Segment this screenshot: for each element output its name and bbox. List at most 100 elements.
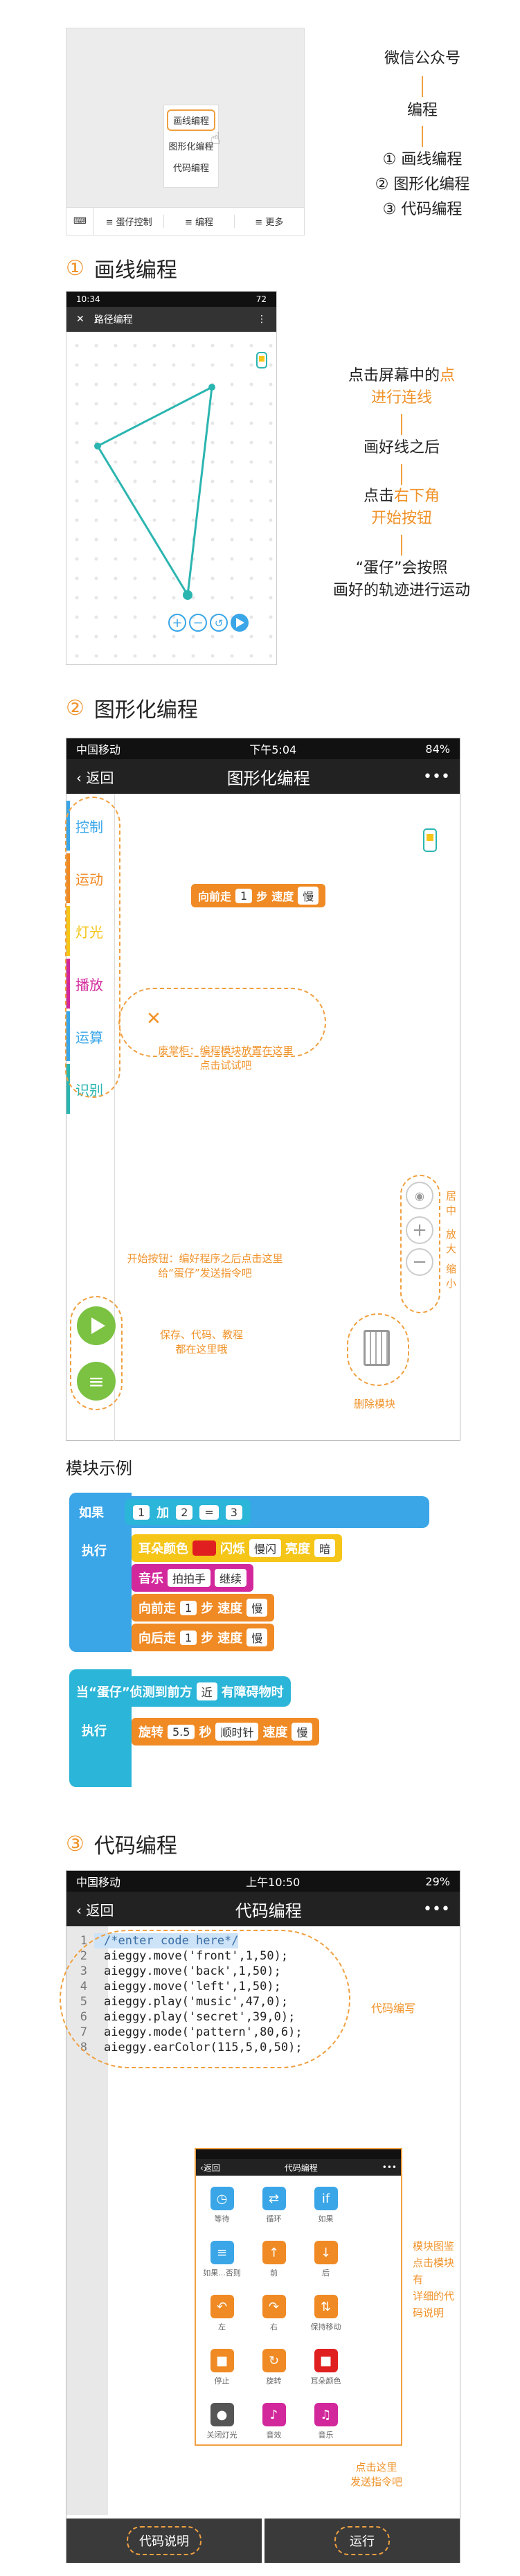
grid-dot [269, 615, 273, 619]
tile-icon: if [314, 2187, 338, 2210]
mini-tile-grid: ◷ 等待 ⇄ 循环 if 如果 ≡ 如果...否则 ↑ 前 ↓ 后 ↶ 左 ↷ 右 ⇅ 保持移动 ■ 停止 ↻ 旋转 ■ 耳朵… [196, 2176, 401, 2447]
more-icon[interactable]: ⋮ [257, 314, 267, 325]
mini-tile[interactable]: ■ 停止 [196, 2340, 248, 2395]
grid-dot [191, 634, 195, 639]
nav-bar: ‹ 返回 代码编程 ••• [66, 1892, 460, 1926]
mini-tile[interactable]: ↑ 前 [248, 2232, 300, 2286]
grid-dot [249, 615, 253, 619]
code-explain-button[interactable]: 代码说明 [66, 2519, 262, 2563]
grid-dot [249, 363, 253, 367]
mini-tile[interactable]: ↻ 旋转 [248, 2340, 300, 2395]
event-row[interactable]: 当“蛋仔”侦测到前方 近 有障碍物时 [69, 1676, 291, 1707]
mini-tile[interactable]: ♪ 音效 [248, 2395, 300, 2447]
examples-title: 模块示例 [66, 1459, 132, 1478]
connector-line [422, 126, 423, 147]
grid-dot [249, 382, 253, 387]
note-line-6: “蛋仔”会按照 [355, 560, 448, 577]
grid-dot [75, 576, 79, 580]
mini-tile[interactable]: ↷ 右 [248, 2286, 300, 2340]
back-button[interactable]: ‹ 返回 [76, 1899, 114, 1919]
grid-dot [75, 382, 79, 387]
grid-dot [210, 596, 215, 600]
grid-dot [114, 615, 118, 619]
forward-block[interactable]: 向前走 1 步 速度 慢 [132, 1594, 275, 1622]
nav-title: 代码编程 [235, 1901, 302, 1921]
mini-tile[interactable]: ● 关闭灯光 [196, 2395, 248, 2447]
svg-text:↺: ↺ [215, 617, 224, 630]
more-button[interactable]: ••• [423, 768, 450, 785]
grid-dot [94, 615, 98, 619]
keyboard-icon[interactable]: ⌨ [66, 208, 94, 235]
close-icon[interactable]: ✕ [76, 314, 84, 325]
grid-dot [191, 344, 195, 348]
more-button[interactable]: ••• [423, 1901, 450, 1918]
grid-dot [152, 441, 156, 445]
ear-color-block[interactable]: 耳朵颜色 闪烁 慢闪 亮度 暗 [132, 1534, 343, 1562]
grid-dot [114, 441, 118, 445]
mini-tile[interactable]: ♫ 音乐 [300, 2395, 352, 2447]
grid-dot [152, 479, 156, 483]
mini-tile[interactable]: ◷ 等待 [196, 2178, 248, 2232]
mini-tile[interactable]: if 如果 [300, 2178, 352, 2232]
mini-tile[interactable]: ⇄ 循环 [248, 2178, 300, 2232]
grid-dot [172, 499, 176, 503]
grid-dot [114, 402, 118, 406]
music-block[interactable]: 音乐 拍拍手 继续 [132, 1564, 254, 1592]
grid-dot [210, 479, 215, 483]
run-button[interactable]: 运行 [265, 2519, 460, 2563]
grid-dot [133, 382, 137, 387]
nav-title: 图形化编程 [226, 768, 310, 788]
grid-dot [75, 499, 79, 503]
status-bar: 中国移动 下午5:04 84% [66, 738, 460, 759]
mini-tile[interactable]: ↶ 左 [196, 2286, 248, 2340]
zoom-out-label: 缩小 [446, 1263, 457, 1290]
grid-dot [230, 363, 234, 367]
option-code: ③ 代码编程 [382, 201, 463, 218]
mini-back-button[interactable]: ‹返回 [200, 2162, 220, 2174]
grid-dot [172, 596, 176, 600]
rotate-block[interactable]: 旋转 5.5 秒 顺时针 速度 慢 [132, 1718, 320, 1746]
grid-dot [230, 596, 234, 600]
trash-highlight [347, 1313, 409, 1386]
if-condition-row[interactable]: 如果 1 加 2 = 3 [69, 1496, 429, 1528]
mini-tile[interactable]: ≡ 如果...否则 [196, 2232, 248, 2286]
back-block[interactable]: 向后走 1 步 速度 慢 [132, 1624, 275, 1651]
grid-dot [191, 654, 195, 658]
grid-dot [152, 518, 156, 522]
tile-icon: ♪ [262, 2403, 286, 2426]
mini-tile[interactable]: ↓ 后 [300, 2232, 352, 2286]
grid-dot [172, 421, 176, 425]
popup-item-code[interactable]: 代码编程 [164, 157, 218, 178]
move-forward-block[interactable]: 向前走 1 步 速度 慢 [191, 884, 326, 907]
menu-item-control[interactable]: ≡ 蛋仔控制 [94, 215, 165, 228]
menu-item-program[interactable]: ≡ 编程 [164, 215, 235, 228]
mini-tile[interactable]: ■ 耳朵颜色 [300, 2340, 352, 2395]
mini-tile[interactable]: ⇅ 保持移动 [300, 2286, 352, 2340]
popup-item-line[interactable]: 画线编程 [167, 109, 215, 131]
dot-grid-canvas[interactable]: + − ↺ [66, 332, 276, 664]
grid-dot [133, 615, 137, 619]
robot-status-icon[interactable] [423, 828, 437, 852]
color-swatch[interactable] [192, 1540, 216, 1556]
grid-dot [94, 518, 98, 522]
tile-icon: ↻ [262, 2349, 286, 2372]
grid-dot [152, 654, 156, 658]
grid-dot [94, 402, 98, 406]
menu-item-more[interactable]: ≡ 更多 [235, 215, 304, 228]
grid-dot [94, 479, 98, 483]
back-button[interactable]: ‹ 返回 [76, 767, 114, 787]
do-label: 执行 [82, 1544, 107, 1558]
grid-dot [249, 518, 253, 522]
center-label: 居中 [446, 1190, 457, 1217]
grid-dot [94, 363, 98, 367]
grid-dot [269, 576, 273, 580]
grid-dot [75, 634, 79, 639]
grid-dot [172, 654, 176, 658]
grid-dot [172, 538, 176, 542]
grid-dot [152, 402, 156, 406]
grid-dot [210, 538, 215, 542]
grid-dot [210, 441, 215, 445]
grid-dot [230, 344, 234, 348]
top-phone-mock: 画线编程 图形化编程 代码编程 ☝ ⌨ ≡ 蛋仔控制 ≡ 编程 ≡ 更多 [66, 28, 305, 236]
grid-dot [249, 596, 253, 600]
